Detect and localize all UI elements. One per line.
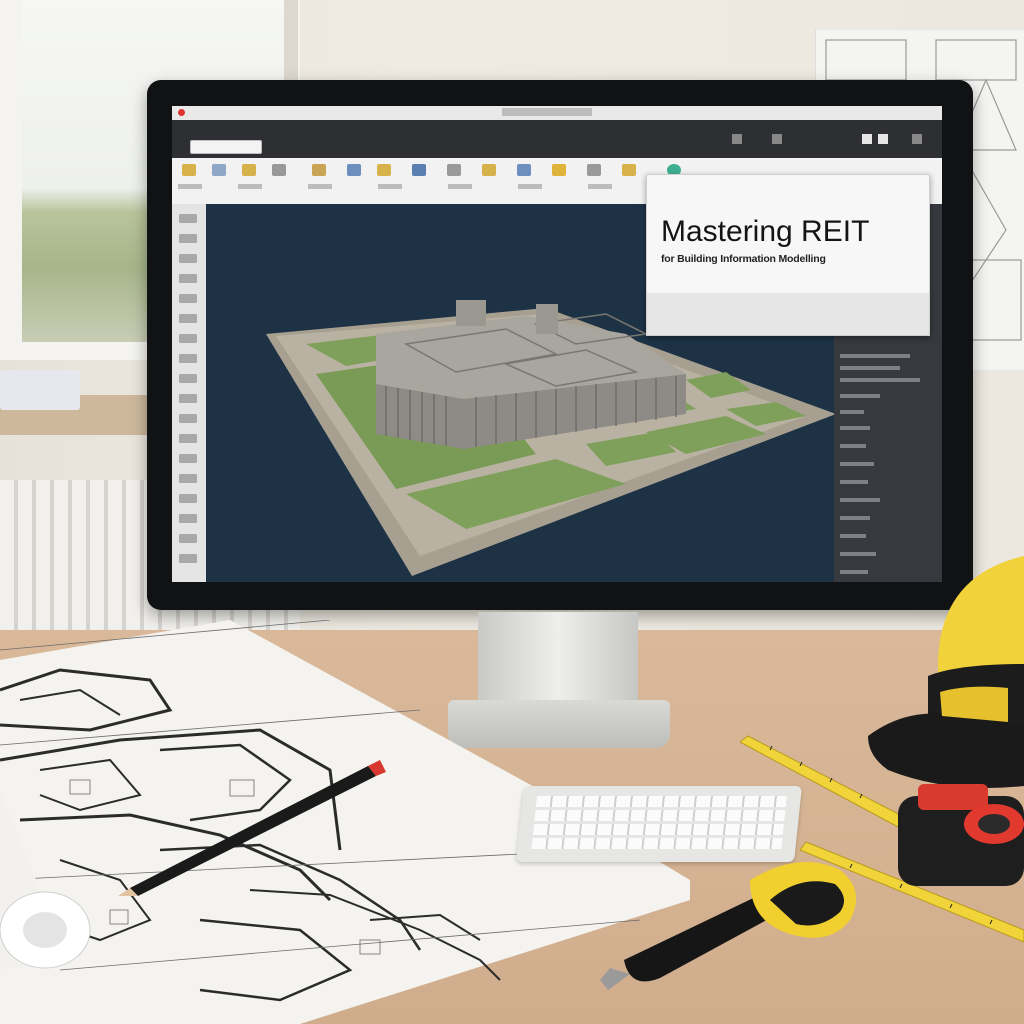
ribbon-tool-icon[interactable]	[212, 164, 226, 176]
tool-button[interactable]	[179, 514, 197, 523]
tape-measure-icon	[600, 862, 857, 990]
menu-icon[interactable]	[732, 134, 742, 144]
tool-button[interactable]	[179, 274, 197, 283]
tool-button[interactable]	[179, 214, 197, 223]
ribbon-label	[178, 184, 202, 189]
browser-row[interactable]	[840, 394, 880, 398]
ribbon-tool-icon[interactable]	[272, 164, 286, 176]
tool-button[interactable]	[179, 474, 197, 483]
ribbon-label	[378, 184, 402, 189]
ribbon-tool-icon[interactable]	[242, 164, 256, 176]
ribbon-tool-icon[interactable]	[377, 164, 391, 176]
ribbon-tool-icon[interactable]	[182, 164, 196, 176]
dialog-footer	[647, 293, 929, 335]
ribbon-tool-icon[interactable]	[412, 164, 426, 176]
browser-row[interactable]	[840, 498, 880, 502]
tool-button[interactable]	[179, 534, 197, 543]
menu-icon[interactable]	[772, 134, 782, 144]
dialog-subtitle: for Building Information Modelling	[661, 253, 826, 265]
dialog-title: Mastering REIT	[661, 215, 870, 248]
ribbon-tool-icon[interactable]	[517, 164, 531, 176]
browser-row[interactable]	[840, 516, 870, 520]
app-titlebar	[172, 106, 942, 120]
tool-button[interactable]	[179, 554, 197, 563]
tool-button[interactable]	[179, 374, 197, 383]
browser-row[interactable]	[840, 426, 870, 430]
books	[0, 370, 80, 410]
browser-row[interactable]	[840, 410, 864, 414]
building-tower	[536, 304, 558, 334]
ribbon-tool-icon[interactable]	[447, 164, 461, 176]
ribbon-tool-icon[interactable]	[312, 164, 326, 176]
browser-row[interactable]	[840, 354, 910, 358]
ribbon-tool-icon[interactable]	[347, 164, 361, 176]
browser-row[interactable]	[840, 570, 868, 574]
settings-icon[interactable]	[862, 134, 872, 144]
ribbon-tool-icon[interactable]	[482, 164, 496, 176]
rolled-blueprint	[0, 790, 91, 970]
close-icon[interactable]	[178, 109, 185, 116]
tool-button[interactable]	[179, 294, 197, 303]
ribbon-label	[308, 184, 332, 189]
ribbon-tool-icon[interactable]	[587, 164, 601, 176]
app-title	[502, 108, 592, 116]
browser-row[interactable]	[840, 444, 866, 448]
tool-button[interactable]	[179, 414, 197, 423]
browser-row[interactable]	[840, 462, 874, 466]
tool-button[interactable]	[179, 494, 197, 503]
tape-measure-icon	[898, 784, 1024, 886]
app-menubar	[172, 120, 942, 158]
browser-row[interactable]	[840, 366, 900, 370]
hard-hat-icon	[868, 556, 1024, 788]
ribbon-label	[238, 184, 262, 189]
tool-button[interactable]	[179, 254, 197, 263]
browser-row[interactable]	[840, 534, 866, 538]
building-tower	[456, 300, 486, 326]
ribbon-tool-icon[interactable]	[552, 164, 566, 176]
tool-button[interactable]	[179, 314, 197, 323]
tool-button[interactable]	[179, 454, 197, 463]
menu-icon[interactable]	[912, 134, 922, 144]
tool-button[interactable]	[179, 434, 197, 443]
tool-button[interactable]	[179, 354, 197, 363]
dialog-button[interactable]	[190, 140, 262, 154]
splash-dialog: Mastering REIT for Building Information …	[646, 174, 930, 336]
ribbon-label	[588, 184, 612, 189]
pencil-icon	[118, 760, 386, 896]
browser-row[interactable]	[840, 480, 868, 484]
properties-toolbar	[172, 204, 206, 582]
ribbon-tool-icon[interactable]	[622, 164, 636, 176]
ribbon-label	[448, 184, 472, 189]
tool-button[interactable]	[179, 234, 197, 243]
help-icon[interactable]	[878, 134, 888, 144]
tool-button[interactable]	[179, 394, 197, 403]
ribbon-label	[518, 184, 542, 189]
browser-row[interactable]	[840, 378, 920, 382]
tool-button[interactable]	[179, 334, 197, 343]
